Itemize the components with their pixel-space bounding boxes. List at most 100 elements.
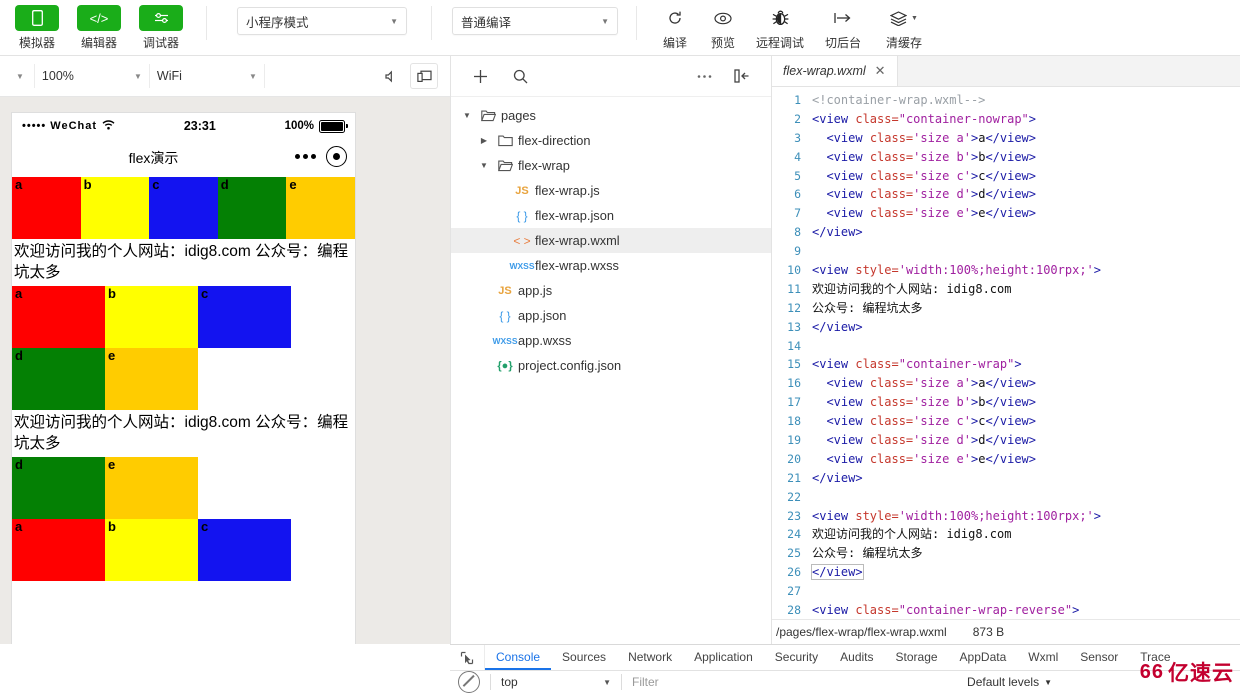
editor-tab-flex-wrap-wxml[interactable]: flex-wrap.wxml ✕ (772, 56, 898, 86)
flex-cell-a: a (12, 286, 105, 348)
wxss-file-icon: WXSS (492, 336, 518, 346)
code-line: 26</view> (772, 563, 1240, 582)
file-tree-item-app-js[interactable]: ▶JSapp.js (451, 278, 771, 303)
file-tree-item-flex-wrap-json[interactable]: ▶{ }flex-wrap.json (451, 203, 771, 228)
close-icon[interactable]: ✕ (875, 63, 886, 79)
toolbar-button-editor[interactable]: </> 编辑器 (68, 0, 130, 50)
file-tree-item-flex-wrap-js[interactable]: ▶JSflex-wrap.js (451, 178, 771, 203)
devtools-tab-application[interactable]: Application (683, 645, 764, 670)
toolbar-button-background[interactable]: 切后台 (813, 0, 873, 50)
file-tree-item-app-wxss[interactable]: ▶WXSSapp.wxss (451, 328, 771, 353)
devtools-tab-sources[interactable]: Sources (551, 645, 617, 670)
toolbar-divider (206, 6, 207, 40)
console-context-select[interactable]: top ▼ (501, 675, 611, 689)
line-number: 13 (772, 318, 812, 337)
line-number: 4 (772, 148, 812, 167)
js-file-icon: JS (492, 285, 518, 297)
toolbar-button-remote-debug[interactable]: 远程调试 (747, 0, 813, 50)
code-line-source: 公众号: 编程坑太多 (812, 299, 1240, 318)
code-token: class= (870, 131, 913, 145)
code-line: 17 <view class='size b'>b</view> (772, 393, 1240, 412)
toolbar-button-preview[interactable]: 预览 (699, 0, 747, 50)
devtools-tab-console[interactable]: Console (485, 645, 551, 670)
code-line-source (812, 582, 1240, 601)
bug-icon (758, 5, 802, 31)
mode-select[interactable]: 小程序模式 ▼ (237, 7, 407, 35)
toolbar-button-simulator[interactable]: 模拟器 (6, 0, 68, 50)
file-tree-item-app-json[interactable]: ▶{ }app.json (451, 303, 771, 328)
devtools-tab-storage[interactable]: Storage (885, 645, 949, 670)
chevron-down-icon[interactable]: ▼ (459, 111, 475, 120)
file-tree-item-pages[interactable]: ▼pages (451, 103, 771, 128)
console-filter-input[interactable]: Filter (632, 675, 932, 689)
code-line: 15<view class="container-wrap"> (772, 355, 1240, 374)
detach-window-icon[interactable] (410, 63, 438, 89)
code-token: </view> (985, 395, 1036, 409)
flex-cell-e: e (105, 457, 198, 519)
file-tree-item-flex-wrap-wxml[interactable]: ▶< >flex-wrap.wxml (451, 228, 771, 253)
speaker-icon[interactable] (378, 64, 404, 88)
code-line: 23<view style='width:100%;height:100rpx;… (772, 507, 1240, 526)
more-icon[interactable] (689, 63, 719, 89)
file-tree-item-flex-direction[interactable]: ▶ flex-direction (451, 128, 771, 153)
code-line: 1<!container-wrap.wxml--> (772, 91, 1240, 110)
plus-icon[interactable] (465, 63, 495, 89)
code-line: 22 (772, 488, 1240, 507)
file-explorer-panel: ▼pages ▶ flex-direction ▼ flex-wrap ▶JSflex-w… (451, 56, 772, 644)
code-token: </view> (812, 471, 863, 485)
file-tree-item-label: flex-wrap (518, 158, 570, 173)
line-number: 7 (772, 204, 812, 223)
network-value: WiFi (157, 69, 182, 83)
phone-clock: 23:31 (115, 119, 285, 133)
code-content[interactable]: 1<!container-wrap.wxml-->2<view class="c… (772, 87, 1240, 619)
line-number: 25 (772, 544, 812, 563)
devtools-tab-security[interactable]: Security (764, 645, 829, 670)
code-token: <view (826, 414, 869, 428)
code-token: </view> (985, 452, 1036, 466)
flex-cell-a: a (12, 177, 81, 239)
chevron-right-icon[interactable]: ▶ (476, 136, 492, 145)
file-tree-item-project-config-json[interactable]: ▶{●}project.config.json (451, 353, 771, 378)
flex-cell-c: c (198, 519, 291, 581)
clear-console-icon[interactable] (458, 671, 480, 693)
code-line: 13</view> (772, 318, 1240, 337)
chevron-down-icon[interactable]: ▼ (476, 161, 492, 170)
code-line: 27 (772, 582, 1240, 601)
code-token: class= (855, 357, 898, 371)
code-token: class= (870, 433, 913, 447)
network-select[interactable]: WiFi ▼ (150, 64, 265, 88)
devtools-tab-appdata[interactable]: AppData (949, 645, 1018, 670)
compile-mode-select[interactable]: 普通编译 ▼ (452, 7, 618, 35)
code-token: <view (826, 376, 869, 390)
toolbar-button-clear-cache[interactable]: ▼ 清缓存 (873, 0, 935, 50)
file-tree[interactable]: ▼pages ▶ flex-direction ▼ flex-wrap ▶JSflex-w… (451, 97, 771, 644)
file-tree-item-flex-wrap[interactable]: ▼ flex-wrap (451, 153, 771, 178)
target-circle-icon[interactable] (326, 146, 347, 167)
devtools-tab-audits[interactable]: Audits (829, 645, 884, 670)
devtools-tab-bar[interactable]: ConsoleSourcesNetworkApplicationSecurity… (450, 645, 1240, 671)
search-icon[interactable] (505, 63, 535, 89)
background-icon (821, 5, 865, 31)
devtools-tab-sensor[interactable]: Sensor (1069, 645, 1129, 670)
console-levels-select[interactable]: Default levels ▼ (967, 675, 1052, 689)
refresh-icon (653, 5, 697, 31)
inspect-element-icon[interactable] (450, 645, 485, 670)
devtools-tab-wxml[interactable]: Wxml (1017, 645, 1069, 670)
file-tree-item-flex-wrap-wxss[interactable]: ▶WXSSflex-wrap.wxss (451, 253, 771, 278)
device-select[interactable]: ▼ (6, 64, 35, 88)
devtools-tab-network[interactable]: Network (617, 645, 683, 670)
code-line-source: <view class="container-nowrap"> (812, 110, 1240, 129)
simulator-panel: ▼ 100% ▼ WiFi ▼ (0, 56, 451, 644)
code-line-source: </view> (812, 563, 1240, 582)
more-dots-icon[interactable] (295, 154, 316, 159)
collapse-panel-icon[interactable] (727, 63, 757, 89)
watermark-logo: 66 亿速云 (1140, 657, 1234, 687)
toolbar-button-debugger[interactable]: 调试器 (130, 0, 192, 50)
code-line-source (812, 488, 1240, 507)
file-tree-item-label: app.wxss (518, 333, 571, 348)
code-token: <view (826, 150, 869, 164)
zoom-select[interactable]: 100% ▼ (35, 64, 150, 88)
toolbar-divider (636, 6, 637, 40)
file-tree-item-label: flex-direction (518, 133, 591, 148)
toolbar-button-compile[interactable]: 编译 (651, 0, 699, 50)
